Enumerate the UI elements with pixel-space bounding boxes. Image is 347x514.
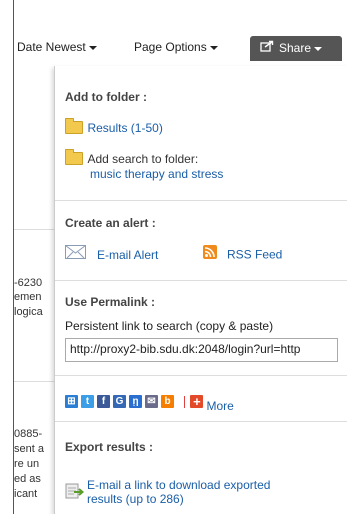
share-panel: Add to folder : Results (1-50) Add searc…	[54, 66, 347, 514]
delicious-icon[interactable]: ῃ	[129, 395, 142, 409]
chevron-down-icon	[88, 45, 97, 50]
result-fragment: icant	[14, 488, 38, 500]
rss-feed-item[interactable]: RSS Feed	[203, 245, 282, 264]
result-fragment: logica	[14, 306, 43, 318]
facebook-icon[interactable]: f	[97, 395, 110, 409]
share-button[interactable]: Share	[250, 36, 342, 61]
result-divider	[14, 381, 54, 382]
result-divider	[14, 229, 54, 230]
add-to-folder-title: Add to folder :	[65, 90, 147, 104]
folder-icon	[65, 118, 83, 135]
result-fragment: sent a	[14, 443, 44, 455]
export-section: Export results : E-mail a link to downlo…	[55, 422, 347, 514]
social-share-section: ⊞ t f Gῃ ✉ b + More	[55, 376, 347, 422]
share-icon[interactable]: ⊞	[65, 395, 78, 409]
more-link[interactable]: More	[206, 399, 233, 413]
folder-icon	[65, 149, 83, 166]
chevron-down-icon	[209, 45, 218, 50]
search-name-link[interactable]: music therapy and stress	[90, 167, 223, 181]
envelope-icon	[65, 245, 87, 265]
separator-bar	[184, 395, 186, 408]
page-options-dropdown[interactable]: Page Options	[134, 36, 218, 58]
blogger-icon[interactable]: b	[161, 395, 174, 409]
results-link[interactable]: Results (1-50)	[87, 121, 162, 135]
email-alert-item[interactable]: E-mail Alert	[65, 245, 158, 265]
add-search-label: Add search to folder:	[87, 152, 199, 166]
export-link-line2: results (up to 286)	[87, 492, 184, 506]
results-folder-item[interactable]: Results (1-50)	[65, 118, 163, 137]
result-fragment: 0885-	[14, 428, 43, 440]
export-title: Export results :	[65, 440, 154, 454]
rss-feed-link[interactable]: RSS Feed	[227, 248, 282, 262]
page-options-label: Page Options	[134, 40, 207, 54]
search-folder-item[interactable]: Add search to folder:	[65, 149, 199, 168]
export-document-icon	[65, 482, 85, 505]
chevron-down-icon	[314, 46, 323, 51]
google-icon[interactable]: G	[113, 395, 126, 409]
result-fragment: emen	[14, 291, 42, 303]
create-alert-title: Create an alert :	[65, 216, 156, 230]
email-alert-link[interactable]: E-mail Alert	[97, 248, 158, 262]
share-label: Share	[279, 41, 312, 55]
add-to-folder-section: Add to folder : Results (1-50) Add searc…	[55, 66, 347, 201]
create-alert-section: Create an alert : E-mail Alert RSS Feed	[55, 201, 347, 281]
export-email-link[interactable]: E-mail a link to download exported resul…	[87, 478, 270, 506]
sort-label: Date Newest	[17, 40, 86, 54]
export-link-line1: E-mail a link to download exported	[87, 478, 271, 492]
email-icon[interactable]: ✉	[145, 395, 158, 409]
permalink-title: Use Permalink :	[65, 295, 156, 309]
share-arrow-icon	[260, 36, 274, 61]
sort-dropdown[interactable]: Date Newest	[17, 36, 97, 58]
result-fragment: -6230	[14, 277, 43, 289]
social-icons-row: ⊞ t f Gῃ ✉ b + More	[65, 393, 234, 413]
rss-icon	[203, 245, 217, 264]
result-fragment: ed as	[14, 473, 41, 485]
permalink-url-field[interactable]: http://proxy2-bib.sdu.dk:2048/login?url=…	[65, 338, 338, 362]
permalink-description: Persistent link to search (copy & paste)	[65, 319, 274, 333]
plus-icon[interactable]: +	[190, 395, 204, 409]
result-fragment: re un	[14, 458, 40, 470]
twitter-icon[interactable]: t	[81, 395, 94, 409]
